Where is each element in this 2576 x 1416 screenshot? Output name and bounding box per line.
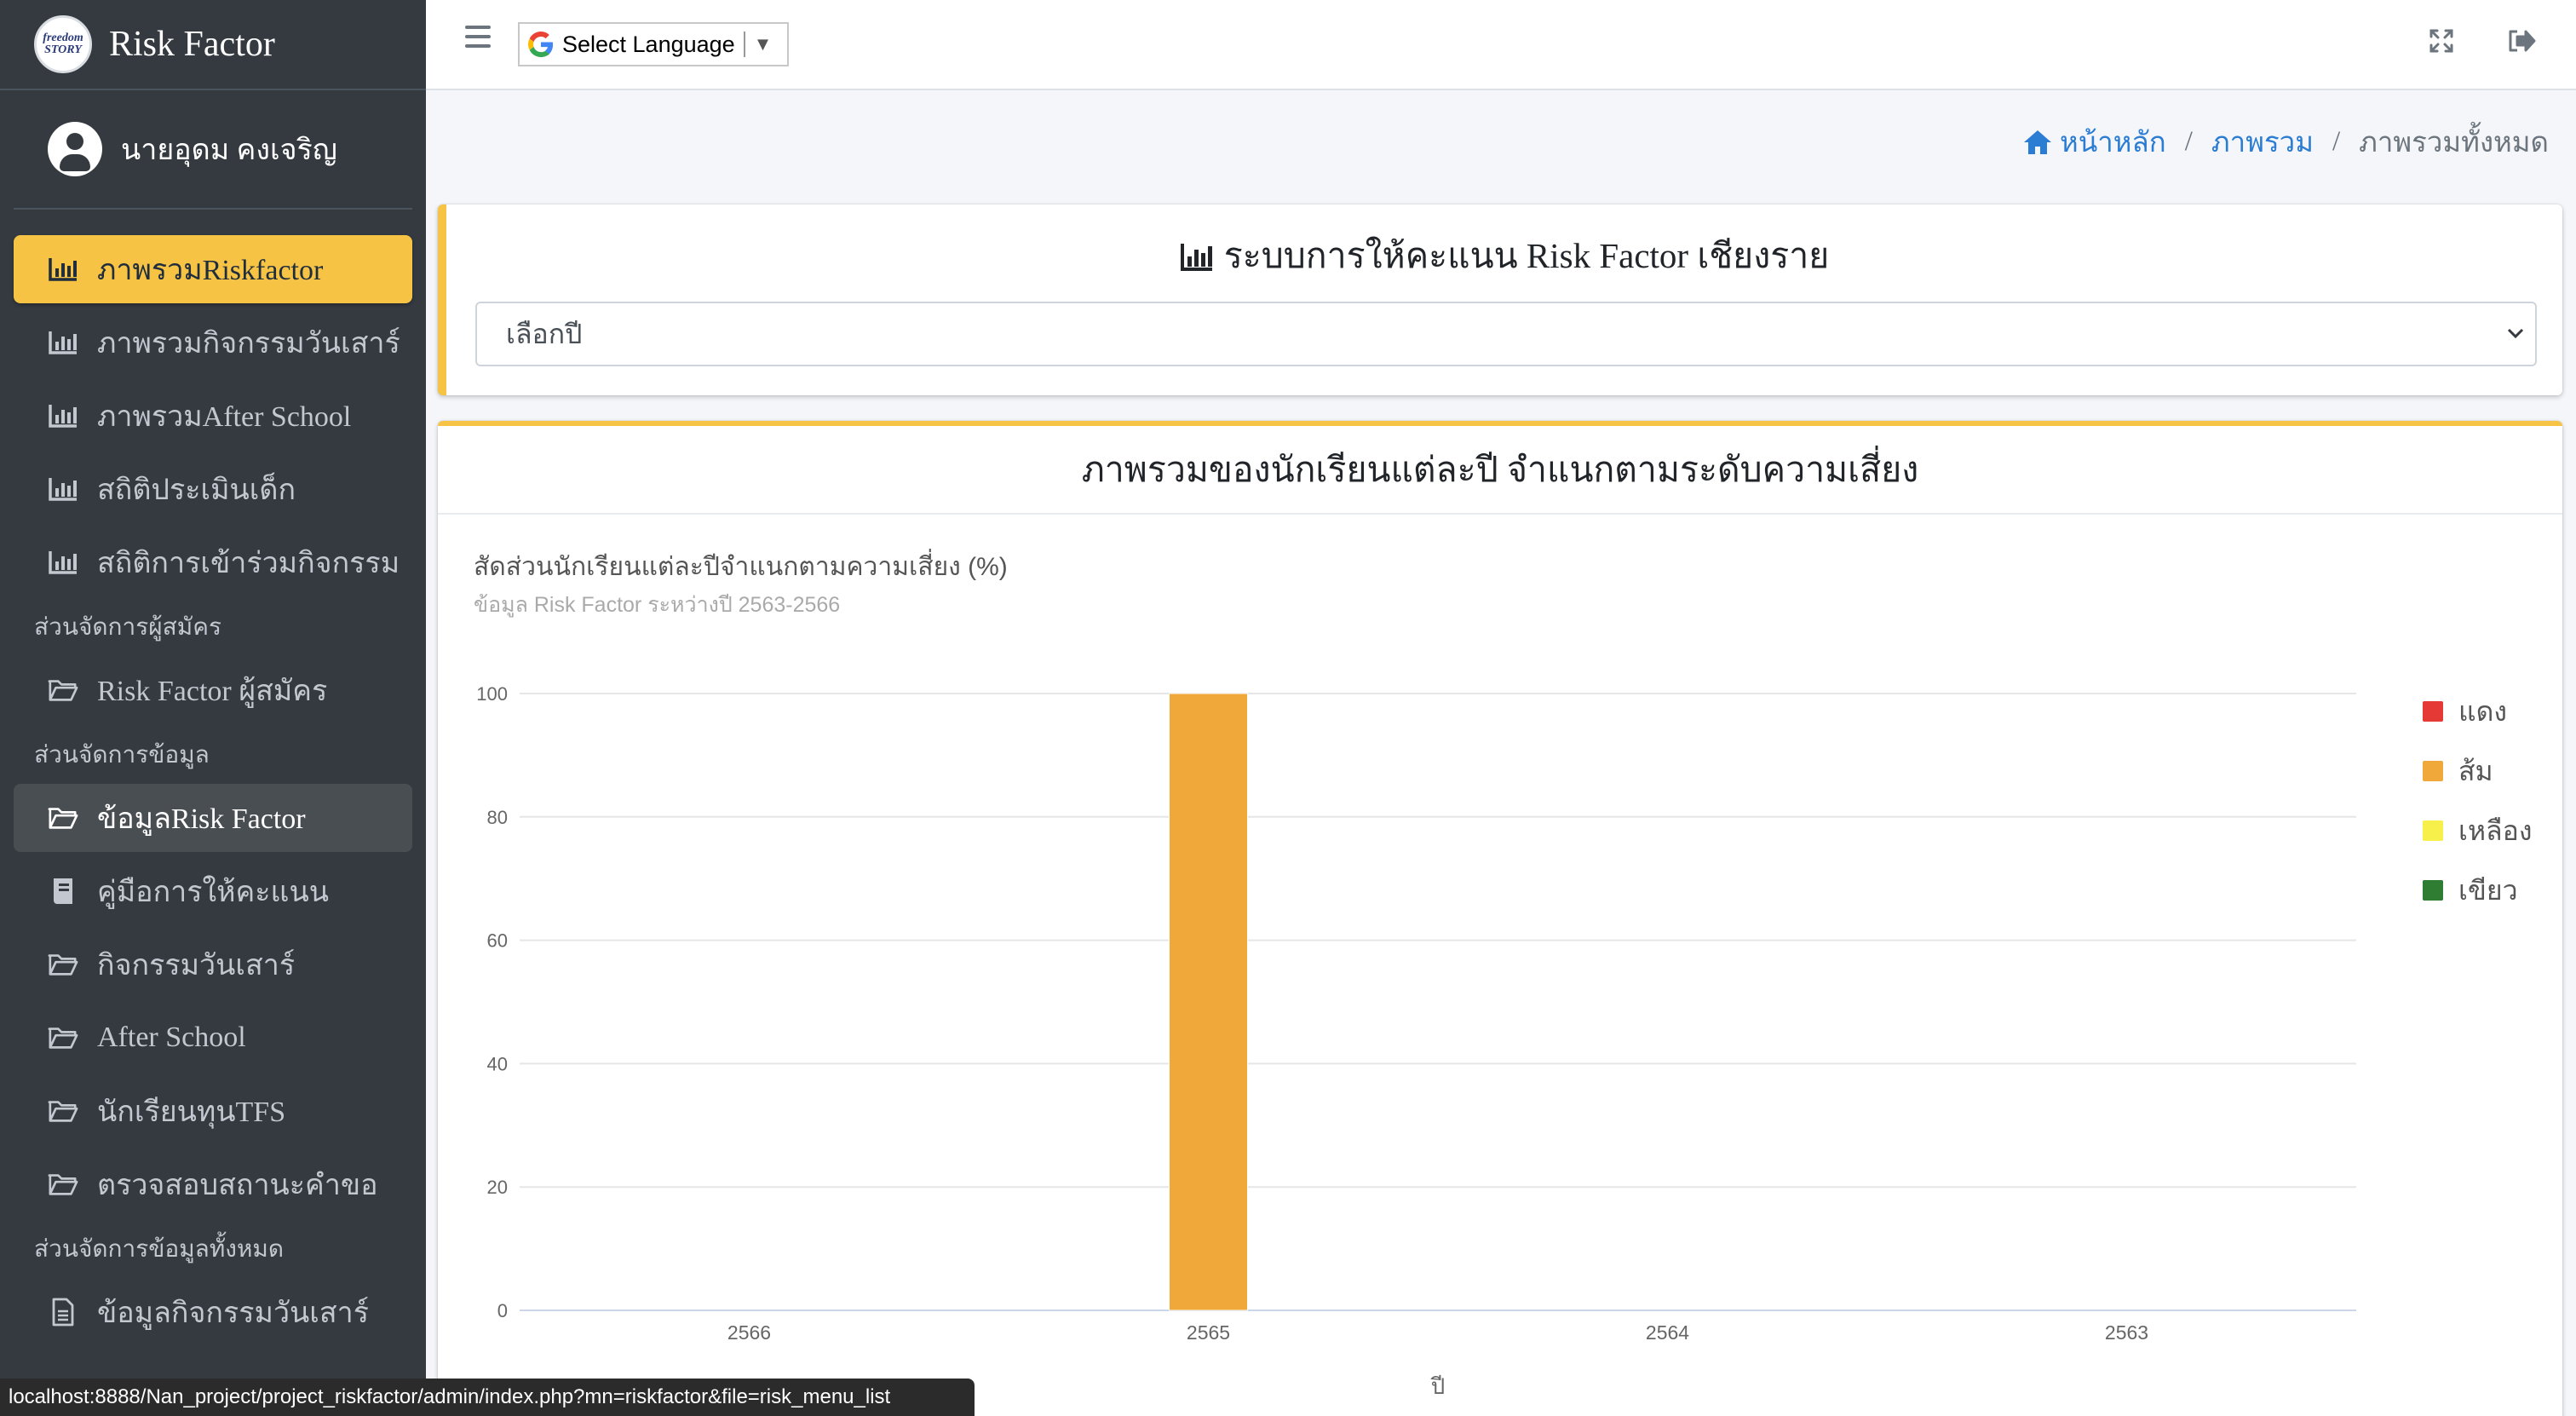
folder-icon xyxy=(48,1096,78,1126)
sidebar-nav: ภาพรวมRiskfactor ภาพรวมกิจกรรมวันเสาร์ภาพ… xyxy=(0,210,426,1346)
top-navbar: Select Language ▼ xyxy=(426,0,2576,90)
sidebar-item-สถิติประเมินเด็ก[interactable]: สถิติประเมินเด็ก xyxy=(14,455,412,523)
sidebar-item-label: นักเรียนทุนTFS xyxy=(97,1097,286,1128)
sidebar-item-label: สถิติประเมินเด็ก xyxy=(97,475,296,506)
chart-icon xyxy=(48,327,78,358)
sidebar-item-label: ภาพรวมAfter School xyxy=(97,401,352,433)
folder-icon xyxy=(48,675,78,705)
sidebar-item-คู่มือการให้คะแนน[interactable]: คู่มือการให้คะแนน xyxy=(14,857,412,925)
language-label: Select Language xyxy=(562,31,735,57)
folder-icon xyxy=(48,1022,78,1053)
bar-ส้ม-2565 xyxy=(1169,693,1248,1311)
status-bar-url: localhost:8888/Nan_project/project_riskf… xyxy=(0,1379,975,1416)
sidebar-item-label: ภาพรวมกิจกรรมวันเสาร์ xyxy=(97,328,400,360)
sidebar-item-label: ข้อมูลกิจกรรมวันเสาร์ xyxy=(97,1298,369,1329)
breadcrumb: หน้าหลัก / ภาพรวม / ภาพรวมทั้งหมด xyxy=(2022,119,2549,164)
y-tick-label: 40 xyxy=(487,1053,508,1074)
legend-item-เขียว[interactable]: เขียว xyxy=(2423,861,2532,920)
breadcrumb-home[interactable]: หน้าหลัก xyxy=(2022,119,2166,164)
language-dropdown-arrow-icon: ▼ xyxy=(753,33,773,55)
brand-logo: freedom STORY xyxy=(34,15,92,73)
sidebar-item-สถิติการเข้าร่วมกิจกรรม[interactable]: สถิติการเข้าร่วมกิจกรรม xyxy=(14,528,412,596)
legend-label: แดง xyxy=(2458,695,2508,727)
breadcrumb-current: ภาพรวมทั้งหมด xyxy=(2359,128,2549,158)
folder-icon xyxy=(48,1169,78,1200)
file-icon xyxy=(48,1297,78,1327)
chart-icon xyxy=(48,400,78,431)
y-tick-label: 0 xyxy=(497,1300,508,1321)
fullscreen-icon[interactable] xyxy=(2424,24,2458,58)
language-select[interactable]: Select Language ▼ xyxy=(518,22,789,66)
sidebar-item-label: กิจกรรมวันเสาร์ xyxy=(97,950,296,981)
chart-icon xyxy=(48,547,78,578)
folder-icon xyxy=(48,803,78,833)
x-tick-label: 2566 xyxy=(727,1321,771,1344)
home-icon xyxy=(2023,130,2051,154)
risk-bar-chart: 0 20 40 60 80 100 2566 2565 2564 2563 ปี xyxy=(476,683,2356,1399)
sidebar-item-ภาพรวมafter-school[interactable]: ภาพรวมAfter School xyxy=(14,382,412,450)
breadcrumb-overview[interactable]: ภาพรวม xyxy=(2211,119,2314,164)
folder-icon xyxy=(48,949,78,980)
sidebar-item-label: ภาพรวมRiskfactor xyxy=(97,255,324,286)
legend-item-แดง[interactable]: แดง xyxy=(2423,682,2532,741)
sidebar-item-ภาพรวมกิจกรรมวันเสาร์[interactable]: ภาพรวมกิจกรรมวันเสาร์ xyxy=(14,308,412,377)
sidebar-item-label: Risk Factor ผู้สมัคร xyxy=(97,676,328,707)
sidebar-item-ข้อมูลกิจกรรมวันเสาร์[interactable]: ข้อมูลกิจกรรมวันเสาร์ xyxy=(14,1278,412,1346)
menu-toggle-icon[interactable] xyxy=(465,26,491,51)
legend-label: เหลือง xyxy=(2458,814,2533,846)
sidebar-item-label: สถิติการเข้าร่วมกิจกรรม xyxy=(97,548,400,579)
sidebar-item-risk-factor-ผู้สมัคร[interactable]: Risk Factor ผู้สมัคร xyxy=(14,656,412,724)
legend-item-ส้ม[interactable]: ส้ม xyxy=(2423,741,2532,801)
sidebar-item-นักเรียนทุนtfs[interactable]: นักเรียนทุนTFS xyxy=(14,1077,412,1145)
scoring-system-title: ระบบการให้คะแนน Risk Factor เชียงราย xyxy=(446,228,2562,284)
x-tick-label: 2565 xyxy=(1187,1321,1230,1344)
chart-legend: แดงส้มเหลืองเขียว xyxy=(2423,682,2532,920)
legend-label: เขียว xyxy=(2458,874,2518,906)
legend-swatch xyxy=(2423,880,2443,901)
legend-label: ส้ม xyxy=(2458,755,2493,786)
x-tick-label: 2563 xyxy=(2105,1321,2148,1344)
x-axis-label: ปี xyxy=(1430,1373,1446,1399)
y-tick-label: 100 xyxy=(476,683,508,705)
risk-overview-card: ภาพรวมของนักเรียนแต่ละปี จำแนกตามระดับคว… xyxy=(438,421,2562,1416)
chart-icon xyxy=(48,254,78,285)
sidebar-item-label: ตรวจสอบสถานะคำขอ xyxy=(97,1170,378,1201)
sidebar-item-label: คู่มือการให้คะแนน xyxy=(97,877,329,908)
nav-header-data: ส่วนจัดการข้อมูล xyxy=(34,742,210,768)
sidebar-item-after-school[interactable]: After School xyxy=(14,1004,412,1072)
brand-link[interactable]: freedom STORY Risk Factor xyxy=(0,0,426,90)
google-icon xyxy=(526,30,555,59)
sidebar-item-ภาพรวมriskfactor[interactable]: ภาพรวมRiskfactor xyxy=(14,235,412,303)
legend-item-เหลือง[interactable]: เหลือง xyxy=(2423,801,2532,861)
chart-icon xyxy=(48,474,78,504)
year-select[interactable]: เลือกปี xyxy=(475,302,2537,366)
sidebar-item-label: After School xyxy=(97,1022,246,1053)
brand-title: Risk Factor xyxy=(109,25,275,64)
nav-header-applicants: ส่วนจัดการผู้สมัคร xyxy=(34,614,221,641)
y-tick-label: 60 xyxy=(487,930,508,952)
x-tick-label: 2564 xyxy=(1646,1321,1689,1344)
book-icon xyxy=(48,876,78,907)
chart-bar-icon xyxy=(1180,243,1212,271)
legend-swatch xyxy=(2423,701,2443,722)
sidebar-item-ตรวจสอบสถานะคำขอ[interactable]: ตรวจสอบสถานะคำขอ xyxy=(14,1150,412,1218)
sidebar-item-กิจกรรมวันเสาร์[interactable]: กิจกรรมวันเสาร์ xyxy=(14,930,412,999)
user-name: นายอุดม คงเจริญ xyxy=(121,135,337,166)
legend-swatch xyxy=(2423,820,2443,841)
y-tick-label: 20 xyxy=(487,1177,508,1198)
chevron-down-icon xyxy=(2507,328,2524,339)
legend-swatch xyxy=(2423,761,2443,781)
sidebar-item-label: ข้อมูลRisk Factor xyxy=(97,803,306,835)
scoring-system-card: ระบบการให้คะแนน Risk Factor เชียงราย เลื… xyxy=(438,204,2562,395)
sidebar-item-ข้อมูลrisk-factor[interactable]: ข้อมูลRisk Factor xyxy=(14,784,412,852)
y-tick-label: 80 xyxy=(487,807,508,828)
user-panel[interactable]: นายอุดม คงเจริญ xyxy=(14,90,412,210)
logout-icon[interactable] xyxy=(2504,24,2539,58)
sidebar: freedom STORY Risk Factor นายอุดม คงเจริ… xyxy=(0,0,426,1416)
user-avatar-icon xyxy=(48,122,102,176)
nav-header-all: ส่วนจัดการข้อมูลทั้งหมด xyxy=(34,1236,285,1263)
